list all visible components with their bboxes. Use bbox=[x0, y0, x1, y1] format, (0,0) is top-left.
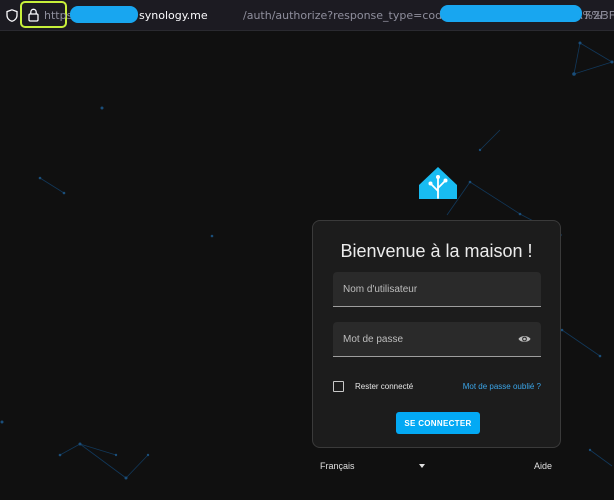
eye-icon[interactable] bbox=[518, 334, 531, 344]
address-bar[interactable]: https:// synology.me /auth/authorize?res… bbox=[0, 0, 614, 31]
caret-down-icon[interactable] bbox=[419, 464, 425, 468]
shield-icon[interactable] bbox=[6, 9, 18, 22]
remember-label: Rester connecté bbox=[355, 382, 414, 391]
password-field[interactable] bbox=[333, 322, 541, 357]
page-title: Bienvenue à la maison ! bbox=[340, 241, 533, 261]
username-field[interactable] bbox=[333, 272, 541, 307]
password-input[interactable] bbox=[333, 322, 541, 356]
login-card: Bienvenue à la maison ! Rester connecté … bbox=[312, 220, 561, 448]
help-link[interactable]: Aide bbox=[534, 461, 552, 471]
language-select[interactable]: Français bbox=[320, 461, 355, 471]
redaction-mark bbox=[440, 5, 582, 22]
redaction-mark bbox=[70, 6, 138, 23]
login-button[interactable]: SE CONNECTER bbox=[396, 412, 480, 434]
username-input[interactable] bbox=[333, 272, 541, 306]
url-tail: F%3Fau bbox=[585, 9, 614, 22]
url-host: synology.me bbox=[139, 9, 208, 22]
home-assistant-logo-icon bbox=[419, 167, 457, 199]
lock-icon[interactable] bbox=[28, 8, 39, 22]
remember-checkbox[interactable] bbox=[333, 381, 344, 392]
forgot-password-link[interactable]: Mot de passe oublié ? bbox=[463, 382, 541, 391]
